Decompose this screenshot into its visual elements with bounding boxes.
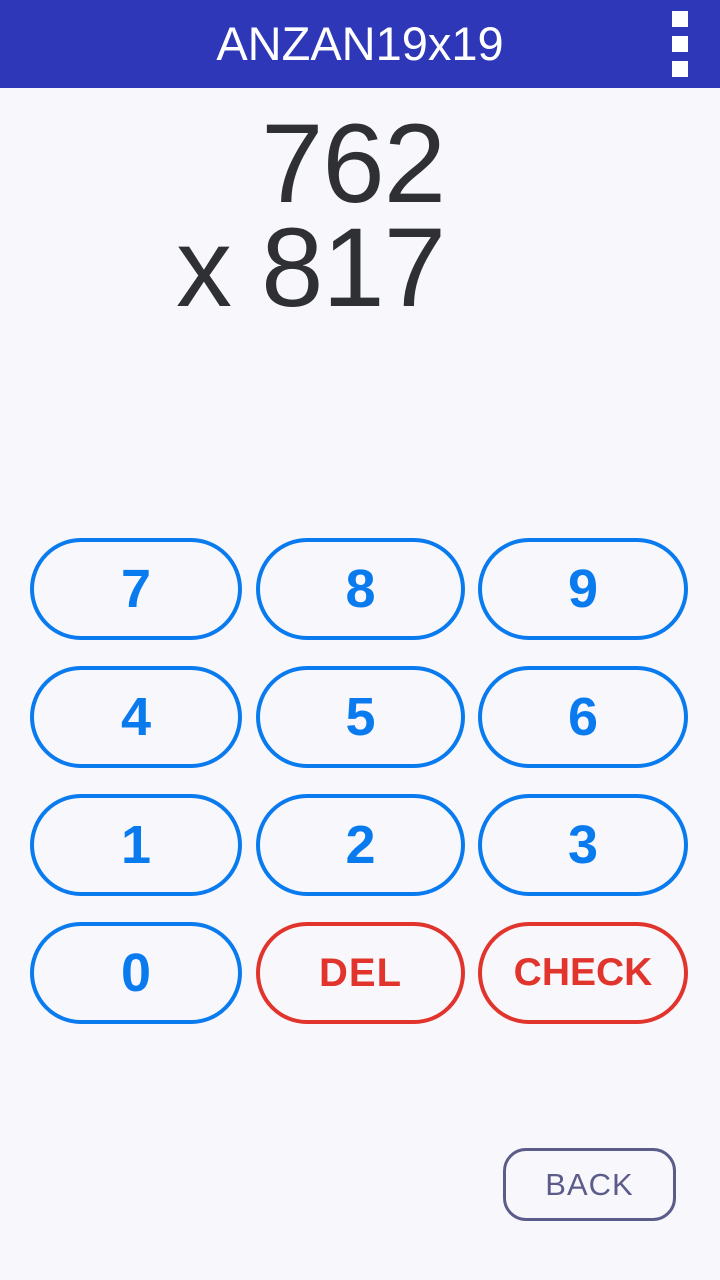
keypad: 7 8 9 4 5 6 1 2 3 0 DEL CHECK	[0, 538, 720, 1050]
overflow-dot-3	[672, 61, 688, 77]
key-label: 8	[345, 559, 376, 619]
key-label: DEL	[319, 950, 402, 995]
key-label: 7	[120, 559, 152, 619]
key-5[interactable]: 5	[256, 666, 465, 768]
key-6[interactable]: 6	[478, 666, 688, 768]
key-1[interactable]: 1	[30, 794, 242, 896]
keypad-row: 0 DEL CHECK	[0, 922, 720, 1050]
back-button[interactable]: BACK	[503, 1148, 676, 1221]
key-label: 0	[120, 943, 152, 1003]
problem-display: 762 x 817	[0, 101, 446, 330]
overflow-dot-2	[672, 36, 688, 52]
key-3[interactable]: 3	[478, 794, 688, 896]
key-0[interactable]: 0	[30, 922, 242, 1024]
key-label: 4	[120, 687, 152, 747]
key-label: 2	[345, 815, 376, 875]
keypad-row: 4 5 6	[0, 666, 720, 794]
problem-multiplicand: 762	[261, 101, 446, 226]
problem-multiplier: x 817	[176, 205, 446, 330]
key-label: 6	[567, 687, 599, 747]
key-label: CHECK	[513, 951, 653, 994]
overflow-dot-1	[672, 11, 688, 27]
back-button-label: BACK	[545, 1166, 634, 1202]
key-4[interactable]: 4	[30, 666, 242, 768]
key-2[interactable]: 2	[256, 794, 465, 896]
app-bar: ANZAN19x19	[0, 0, 720, 88]
key-check[interactable]: CHECK	[478, 922, 688, 1024]
keypad-row: 1 2 3	[0, 794, 720, 922]
key-9[interactable]: 9	[478, 538, 688, 640]
key-7[interactable]: 7	[30, 538, 242, 640]
key-label: 5	[345, 687, 376, 747]
keypad-row: 7 8 9	[0, 538, 720, 666]
key-label: 9	[567, 559, 599, 619]
overflow-menu-icon[interactable]	[666, 6, 694, 82]
key-8[interactable]: 8	[256, 538, 465, 640]
key-delete[interactable]: DEL	[256, 922, 465, 1024]
key-label: 1	[120, 815, 152, 875]
page-title: ANZAN19x19	[216, 17, 504, 70]
key-label: 3	[567, 815, 599, 875]
